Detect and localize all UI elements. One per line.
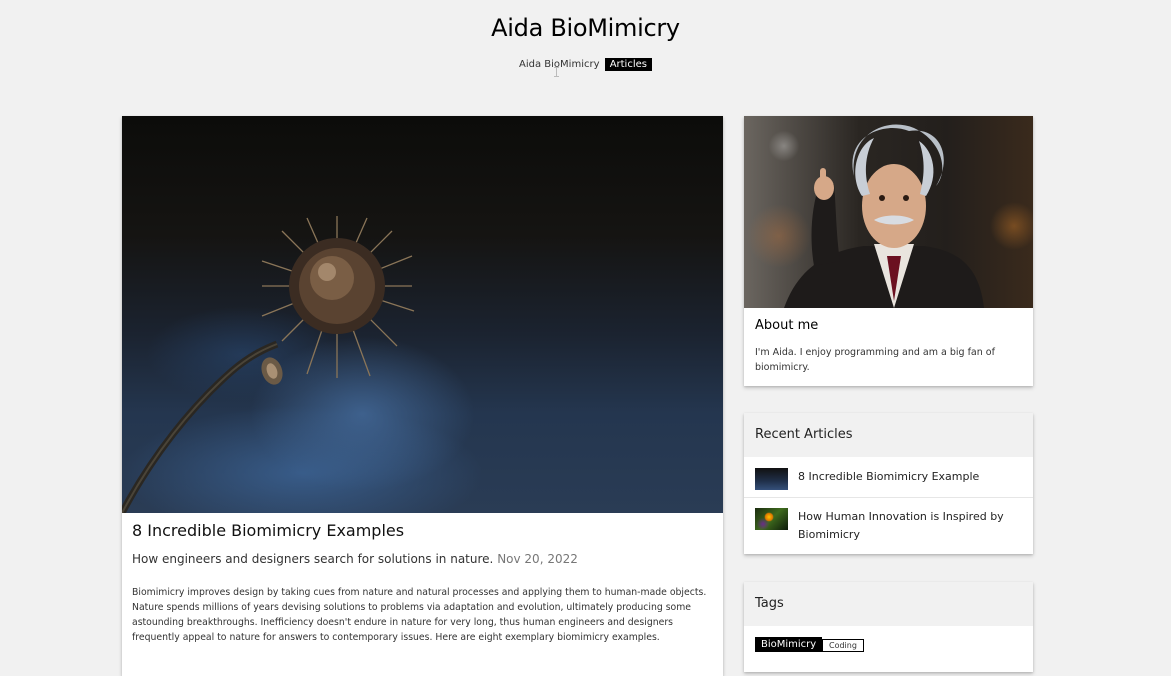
article-date: Nov 20, 2022 [497, 552, 578, 566]
tags-heading: Tags [755, 596, 784, 611]
recent-article-thumbnail [755, 468, 788, 490]
tag-coding[interactable]: Coding [822, 639, 864, 652]
recent-article-thumbnail [755, 508, 788, 530]
tag-biomimicry[interactable]: BioMimicry [755, 637, 823, 652]
nav-articles-link[interactable]: Articles [604, 58, 652, 71]
article-subtitle: How engineers and designers search for s… [132, 552, 578, 566]
einstein-figure-image [744, 116, 1033, 308]
recent-articles-card: Recent Articles 8 Incredible Biomimicry … [744, 413, 1033, 554]
figurine-illustration [784, 124, 984, 308]
about-card: About me I'm Aida. I enjoy programming a… [744, 116, 1033, 386]
site-title: Aida BioMimicry [491, 14, 680, 42]
tags-header: Tags [744, 582, 1033, 626]
nav-home-link[interactable]: Aida BioMimicry [519, 59, 599, 70]
about-title: About me [755, 318, 819, 333]
thistle-flower-image [122, 216, 415, 513]
recent-articles-header: Recent Articles [744, 413, 1033, 457]
tags-card: Tags BioMimicry Coding [744, 582, 1033, 672]
article-subtitle-text: How engineers and designers search for s… [132, 552, 494, 566]
article-body: Biomimicry improves design by taking cue… [132, 587, 707, 643]
recent-articles-heading: Recent Articles [755, 427, 853, 442]
recent-article-item[interactable]: 8 Incredible Biomimicry Example [744, 457, 1033, 498]
text-cursor-icon [554, 67, 559, 77]
breadcrumb-nav: Aida BioMimicry Articles [0, 58, 1171, 71]
about-text: I'm Aida. I enjoy programming and am a b… [755, 347, 995, 373]
article-title[interactable]: 8 Incredible Biomimicry Examples [132, 521, 404, 540]
recent-article-item[interactable]: How Human Innovation is Inspired by Biom… [744, 498, 1033, 554]
main-article-card[interactable]: 8 Incredible Biomimicry Examples How eng… [122, 116, 723, 676]
recent-article-link[interactable]: How Human Innovation is Inspired by Biom… [798, 508, 1023, 544]
recent-article-link[interactable]: 8 Incredible Biomimicry Example [798, 468, 1023, 486]
article-hero-image[interactable] [122, 116, 723, 513]
